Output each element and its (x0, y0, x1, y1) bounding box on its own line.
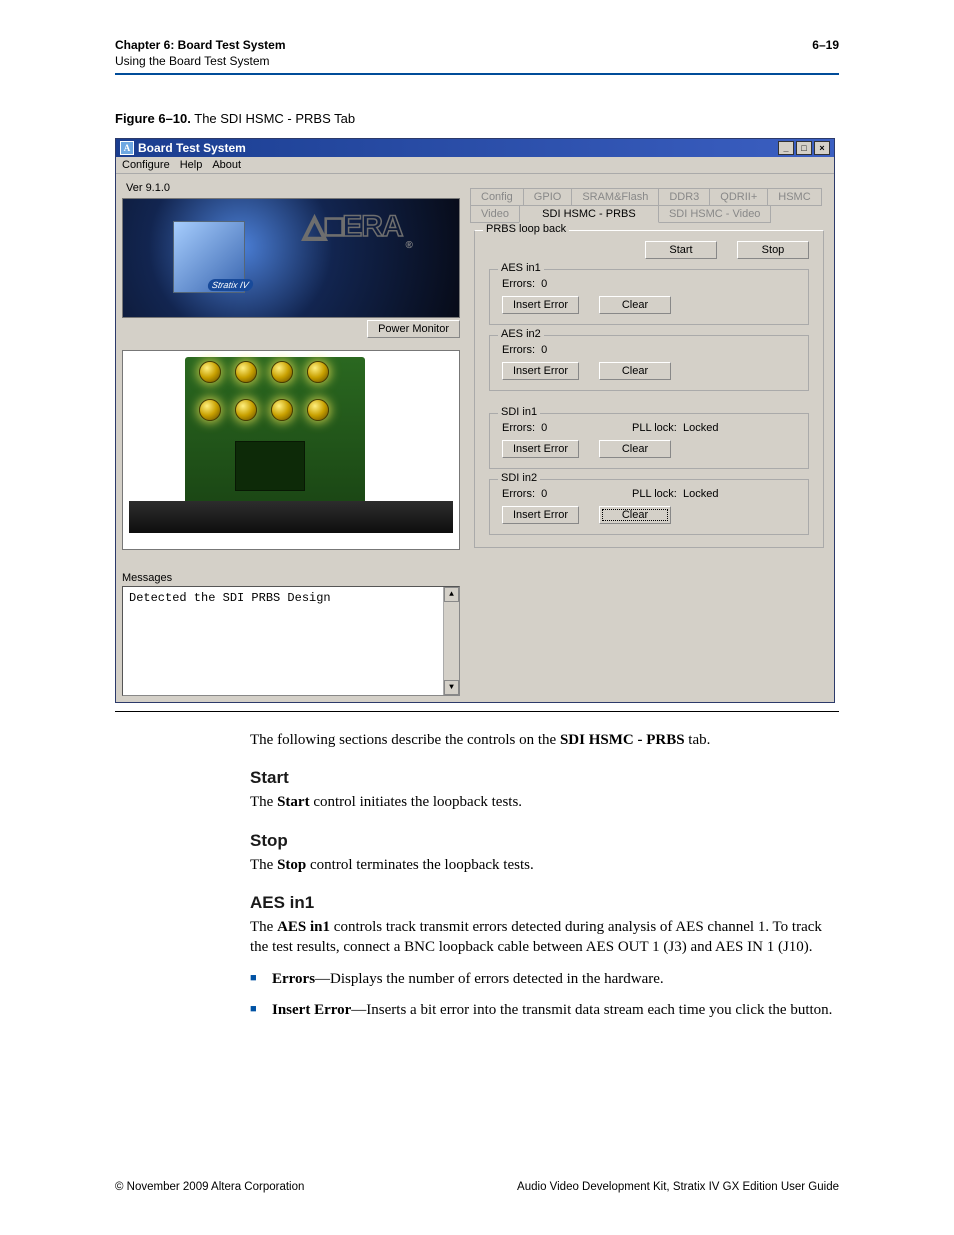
footer-left: © November 2009 Altera Corporation (115, 1181, 304, 1193)
sdi2-insert-error-button[interactable]: Insert Error (502, 506, 579, 524)
sdi2-errors-label: Errors: (502, 488, 535, 500)
aes2-insert-error-button[interactable]: Insert Error (502, 362, 579, 380)
tab-qdrii[interactable]: QDRII+ (709, 188, 768, 206)
tab-video[interactable]: Video (470, 205, 520, 223)
messages-scrollbar[interactable]: ▲ ▼ (443, 587, 459, 695)
section-stop-head: Stop (250, 831, 839, 851)
figure-title: The SDI HSMC - PRBS Tab (191, 111, 355, 126)
messages-label: Messages (122, 572, 460, 584)
tab-ddr3[interactable]: DDR3 (658, 188, 710, 206)
tab-sdi-hsmc-prbs[interactable]: SDI HSMC - PRBS (519, 205, 659, 223)
messages-box: Detected the SDI PRBS Design ▲ ▼ (122, 586, 460, 696)
section-aes-text: The AES in1 controls track transmit erro… (250, 917, 839, 958)
chapter-subtitle: Using the Board Test System (115, 54, 286, 70)
group-prbs-legend: PRBS loop back (483, 223, 569, 235)
group-sdi-in1-legend: SDI in1 (498, 406, 540, 418)
sdi1-insert-error-button[interactable]: Insert Error (502, 440, 579, 458)
tab-hsmc[interactable]: HSMC (767, 188, 821, 206)
sdi1-clear-button[interactable]: Clear (599, 440, 671, 458)
aes2-errors-value: 0 (541, 344, 547, 356)
group-aes-in2: AES in2 Errors: 0 Insert Error Clear (489, 335, 809, 391)
sdi1-errors-label: Errors: (502, 422, 535, 434)
group-prbs-loopback: PRBS loop back Start Stop AES in1 Errors… (474, 230, 824, 548)
group-sdi-in2: SDI in2 Errors: 0 PLL lock: Locked Inser… (489, 479, 809, 535)
chip-badge: Stratix IV (207, 279, 254, 291)
group-aes-in1: AES in1 Errors: 0 Insert Error Clear (489, 269, 809, 325)
figure-number: Figure 6–10. (115, 111, 191, 126)
scroll-up-icon[interactable]: ▲ (444, 587, 459, 602)
stop-button[interactable]: Stop (737, 241, 809, 259)
sdi1-pll-label: PLL lock: (632, 422, 677, 434)
close-icon[interactable]: × (814, 141, 830, 155)
aes1-clear-button[interactable]: Clear (599, 296, 671, 314)
aes2-clear-button[interactable]: Clear (599, 362, 671, 380)
sdi1-pll-value: Locked (683, 422, 718, 434)
sdi2-pll-label: PLL lock: (632, 488, 677, 500)
group-aes-in1-legend: AES in1 (498, 262, 544, 274)
app-icon: A (120, 141, 134, 155)
board-image (122, 350, 460, 550)
app-window: A Board Test System _ □ × Configure Help… (115, 138, 835, 703)
menubar: Configure Help About (116, 157, 834, 174)
version-label: Ver 9.1.0 (126, 182, 460, 194)
sdi2-pll-value: Locked (683, 488, 718, 500)
group-sdi-in1: SDI in1 Errors: 0 PLL lock: Locked Inser… (489, 413, 809, 469)
page-number: 6–19 (812, 38, 839, 69)
minimize-icon[interactable]: _ (778, 141, 794, 155)
tab-sdi-hsmc-video[interactable]: SDI HSMC - Video (658, 205, 772, 223)
bullet-errors: Errors—Displays the number of errors det… (250, 969, 839, 989)
menu-configure[interactable]: Configure (122, 159, 170, 171)
footer-right: Audio Video Development Kit, Stratix IV … (517, 1181, 839, 1193)
menu-about[interactable]: About (212, 159, 241, 171)
figure-separator (115, 711, 839, 712)
altera-logo: △□ERA (303, 209, 409, 244)
sdi2-errors-value: 0 (541, 488, 547, 500)
aes1-insert-error-button[interactable]: Insert Error (502, 296, 579, 314)
tab-row-1: Config GPIO SRAM&Flash DDR3 QDRII+ HSMC … (470, 188, 828, 222)
section-aes-head: AES in1 (250, 893, 839, 913)
maximize-icon[interactable]: □ (796, 141, 812, 155)
aes1-errors-value: 0 (541, 278, 547, 290)
page-header: Chapter 6: Board Test System Using the B… (115, 38, 839, 69)
power-monitor-button[interactable]: Power Monitor (367, 320, 460, 338)
figure-caption: Figure 6–10. The SDI HSMC - PRBS Tab (115, 111, 839, 126)
window-title: Board Test System (138, 141, 778, 155)
chip-image: Stratix IV △□ERA (122, 198, 460, 318)
intro-paragraph: The following sections describe the cont… (250, 730, 839, 750)
tab-config[interactable]: Config (470, 188, 524, 206)
header-rule (115, 73, 839, 75)
menu-help[interactable]: Help (180, 159, 203, 171)
group-sdi-in2-legend: SDI in2 (498, 472, 540, 484)
sdi2-clear-button[interactable]: Clear (599, 506, 671, 524)
group-aes-in2-legend: AES in2 (498, 328, 544, 340)
aes2-errors-label: Errors: (502, 344, 535, 356)
sdi1-errors-value: 0 (541, 422, 547, 434)
chapter-title: Chapter 6: Board Test System (115, 38, 286, 54)
start-button[interactable]: Start (645, 241, 717, 259)
page-footer: © November 2009 Altera Corporation Audio… (115, 1181, 839, 1193)
scroll-down-icon[interactable]: ▼ (444, 680, 459, 695)
tab-sramflash[interactable]: SRAM&Flash (571, 188, 659, 206)
titlebar: A Board Test System _ □ × (116, 139, 834, 157)
section-start-head: Start (250, 768, 839, 788)
section-stop-text: The Stop control terminates the loopback… (250, 855, 839, 875)
bullet-insert-error: Insert Error—Inserts a bit error into th… (250, 1000, 839, 1020)
aes1-errors-label: Errors: (502, 278, 535, 290)
tab-gpio[interactable]: GPIO (523, 188, 573, 206)
section-start-text: The Start control initiates the loopback… (250, 792, 839, 812)
message-text: Detected the SDI PRBS Design (129, 591, 331, 605)
